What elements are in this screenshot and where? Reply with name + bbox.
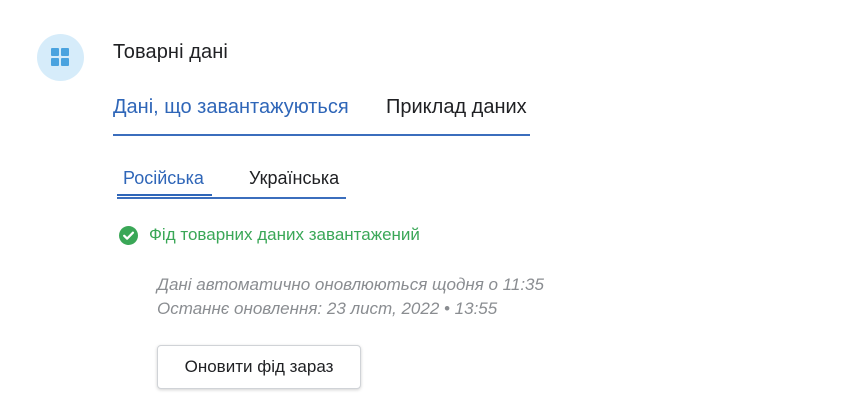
last-update-text: Останнє оновлення: 23 лист, 2022 • 13:55 <box>157 299 498 318</box>
refresh-feed-button[interactable]: Оновити фід зараз <box>157 345 361 389</box>
tab-russian[interactable]: Російська <box>123 168 204 189</box>
active-tab-indicator <box>117 194 212 196</box>
tab-uploaded-data[interactable]: Дані, що завантажуються <box>113 96 349 119</box>
status-text: Фід товарних даних завантажений <box>149 225 420 244</box>
check-circle-icon <box>119 225 138 245</box>
app-icon-badge <box>37 34 84 81</box>
main-tabs: Дані, що завантажуються Приклад даних <box>113 94 530 136</box>
tab-data-sample[interactable]: Приклад даних <box>386 96 527 119</box>
tab-ukrainian[interactable]: Українська <box>249 168 339 189</box>
product-data-page: Товарні дані Дані, що завантажуються При… <box>0 0 851 413</box>
update-info: Дані автоматично оновлюються щодня о 11:… <box>157 273 544 321</box>
page-title: Товарні дані <box>113 41 228 63</box>
language-tabs: Російська Українська <box>117 166 346 199</box>
update-schedule-text: Дані автоматично оновлюються щодня о 11:… <box>157 275 544 294</box>
feed-status: Фід товарних даних завантажений <box>119 224 420 246</box>
grid-icon <box>51 48 69 66</box>
